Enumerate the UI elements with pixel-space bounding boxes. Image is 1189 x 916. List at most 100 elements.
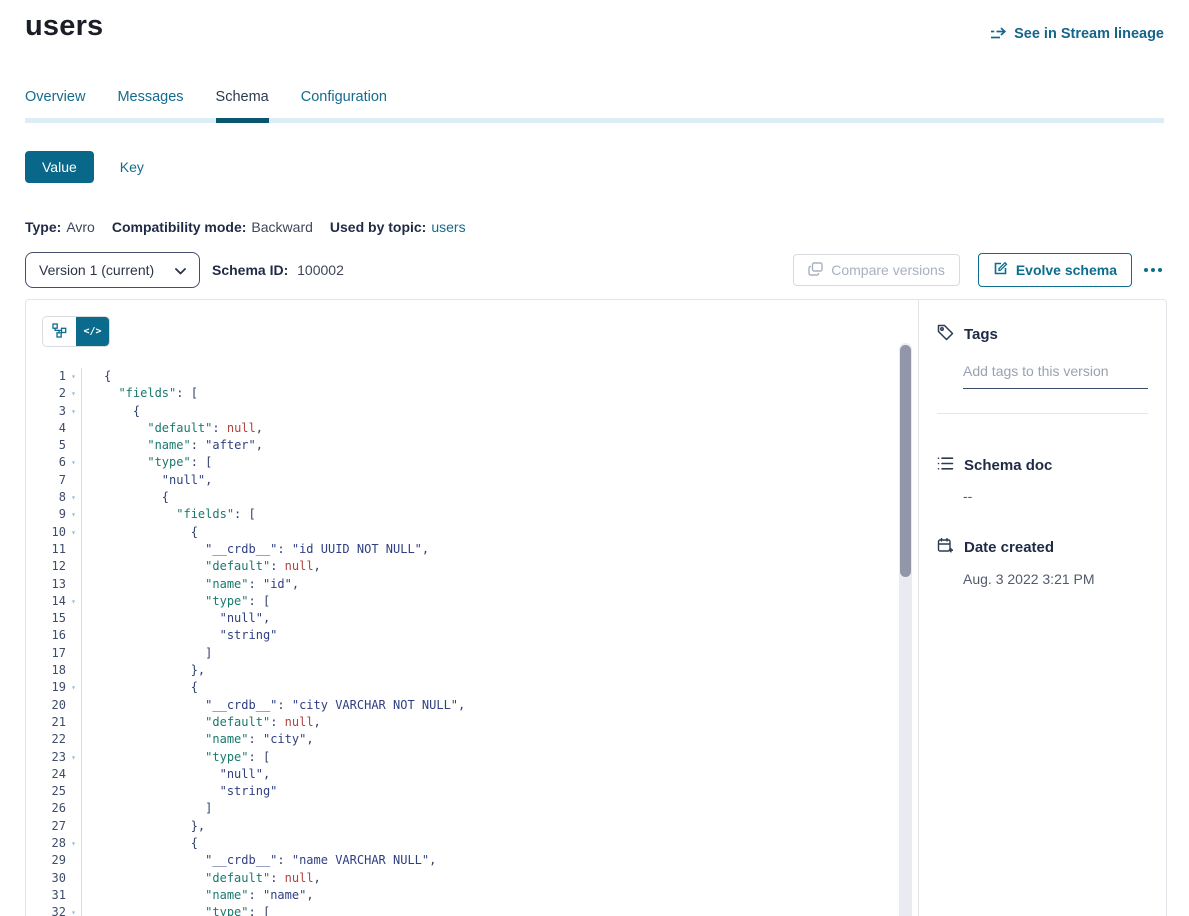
line-number: 9 bbox=[26, 506, 66, 523]
line-number: 28 bbox=[26, 835, 66, 852]
tab-schema[interactable]: Schema bbox=[216, 89, 269, 118]
code-text: }, bbox=[82, 818, 205, 835]
code-line: 14▾ "type": [ bbox=[26, 593, 918, 610]
type-label: Type: bbox=[25, 219, 61, 235]
code-text: "__crdb__": "city VARCHAR NOT NULL", bbox=[82, 697, 465, 714]
code-text: }, bbox=[82, 662, 205, 679]
code-line: 12 "default": null, bbox=[26, 558, 918, 575]
evolve-schema-button[interactable]: Evolve schema bbox=[978, 253, 1132, 287]
code-line: 26 ] bbox=[26, 800, 918, 817]
fold-gutter bbox=[66, 472, 82, 489]
code-line: 2▾ "fields": [ bbox=[26, 385, 918, 402]
tab-configuration[interactable]: Configuration bbox=[301, 89, 387, 118]
code-line: 9▾ "fields": [ bbox=[26, 506, 918, 523]
line-number: 14 bbox=[26, 593, 66, 610]
tree-view-icon bbox=[52, 323, 67, 341]
tree-view-button[interactable] bbox=[43, 317, 76, 346]
compare-versions-button[interactable]: Compare versions bbox=[793, 254, 960, 286]
code-text: "name": "after", bbox=[82, 437, 263, 454]
code-line: 1▾{ bbox=[26, 368, 918, 385]
tab-overview[interactable]: Overview bbox=[25, 89, 85, 118]
version-select-value: Version 1 (current) bbox=[39, 262, 154, 278]
code-scrollbar-thumb[interactable] bbox=[900, 345, 911, 577]
fold-toggle-icon[interactable]: ▾ bbox=[66, 749, 82, 766]
fold-gutter bbox=[66, 697, 82, 714]
code-text: "type": [ bbox=[82, 454, 212, 471]
used-by-topic-label: Used by topic: bbox=[330, 219, 426, 235]
code-view-icon: </> bbox=[83, 326, 101, 337]
fold-toggle-icon[interactable]: ▾ bbox=[66, 593, 82, 610]
code-view-button[interactable]: </> bbox=[76, 317, 109, 346]
schema-doc-heading-label: Schema doc bbox=[964, 457, 1052, 474]
line-number: 22 bbox=[26, 731, 66, 748]
fold-toggle-icon[interactable]: ▾ bbox=[66, 454, 82, 471]
fold-toggle-icon[interactable]: ▾ bbox=[66, 489, 82, 506]
schema-doc-heading: Schema doc bbox=[937, 456, 1148, 475]
fold-toggle-icon[interactable]: ▾ bbox=[66, 368, 82, 385]
stream-lineage-icon bbox=[990, 27, 1007, 41]
code-line: 3▾ { bbox=[26, 403, 918, 420]
topic-link[interactable]: users bbox=[431, 219, 465, 235]
code-text: "null", bbox=[82, 610, 270, 627]
line-number: 16 bbox=[26, 627, 66, 644]
code-line: 32▾ "type": [ bbox=[26, 904, 918, 916]
version-select[interactable]: Version 1 (current) bbox=[25, 252, 200, 288]
fold-gutter bbox=[66, 714, 82, 731]
line-number: 7 bbox=[26, 472, 66, 489]
schema-id-label: Schema ID: bbox=[212, 262, 288, 278]
value-toggle-button[interactable]: Value bbox=[25, 151, 94, 183]
tags-section-heading: Tags bbox=[937, 324, 1148, 345]
see-in-stream-lineage-link[interactable]: See in Stream lineage bbox=[990, 26, 1164, 42]
fold-gutter bbox=[66, 731, 82, 748]
view-mode-toggle: </> bbox=[42, 316, 110, 347]
fold-toggle-icon[interactable]: ▾ bbox=[66, 524, 82, 541]
fold-toggle-icon[interactable]: ▾ bbox=[66, 385, 82, 402]
compatibility-label: Compatibility mode: bbox=[112, 219, 247, 235]
code-text: "string" bbox=[82, 627, 277, 644]
code-line: 30 "default": null, bbox=[26, 870, 918, 887]
tab-messages[interactable]: Messages bbox=[117, 89, 183, 118]
schema-id-value: 100002 bbox=[297, 262, 344, 278]
line-number: 23 bbox=[26, 749, 66, 766]
schema-code-panel: </> 1▾{2▾ "fields": [3▾ {4 "default": nu… bbox=[26, 300, 918, 916]
line-number: 2 bbox=[26, 385, 66, 402]
code-line: 29 "__crdb__": "name VARCHAR NULL", bbox=[26, 852, 918, 869]
line-number: 17 bbox=[26, 645, 66, 662]
fold-gutter bbox=[66, 437, 82, 454]
code-scrollbar-track[interactable] bbox=[899, 343, 912, 916]
line-number: 11 bbox=[26, 541, 66, 558]
code-line: 10▾ { bbox=[26, 524, 918, 541]
code-line: 5 "name": "after", bbox=[26, 437, 918, 454]
key-toggle-button[interactable]: Key bbox=[120, 159, 144, 175]
line-number: 25 bbox=[26, 783, 66, 800]
fold-toggle-icon[interactable]: ▾ bbox=[66, 679, 82, 696]
fold-gutter bbox=[66, 818, 82, 835]
version-controls: Version 1 (current) Schema ID: 100002 Co… bbox=[25, 252, 1164, 288]
fold-gutter bbox=[66, 420, 82, 437]
fold-gutter bbox=[66, 783, 82, 800]
add-tags-input[interactable] bbox=[963, 361, 1148, 389]
key-value-toggle: Value Key bbox=[25, 151, 1164, 183]
fold-toggle-icon[interactable]: ▾ bbox=[66, 835, 82, 852]
compare-versions-icon bbox=[808, 262, 823, 279]
line-number: 3 bbox=[26, 403, 66, 420]
fold-toggle-icon[interactable]: ▾ bbox=[66, 403, 82, 420]
more-options-button[interactable] bbox=[1142, 264, 1164, 276]
code-text: "default": null, bbox=[82, 870, 321, 887]
line-number: 6 bbox=[26, 454, 66, 471]
line-number: 10 bbox=[26, 524, 66, 541]
line-number: 30 bbox=[26, 870, 66, 887]
fold-toggle-icon[interactable]: ▾ bbox=[66, 904, 82, 916]
line-number: 19 bbox=[26, 679, 66, 696]
date-created-section: Date created Aug. 3 2022 3:21 PM bbox=[937, 537, 1148, 587]
schema-page: users See in Stream lineage Overview Mes… bbox=[0, 10, 1189, 916]
fold-toggle-icon[interactable]: ▾ bbox=[66, 506, 82, 523]
code-line: 18 }, bbox=[26, 662, 918, 679]
fold-gutter bbox=[66, 800, 82, 817]
line-number: 31 bbox=[26, 887, 66, 904]
schema-id: Schema ID: 100002 bbox=[212, 262, 344, 278]
line-number: 20 bbox=[26, 697, 66, 714]
line-number: 18 bbox=[26, 662, 66, 679]
line-number: 29 bbox=[26, 852, 66, 869]
fold-gutter bbox=[66, 558, 82, 575]
